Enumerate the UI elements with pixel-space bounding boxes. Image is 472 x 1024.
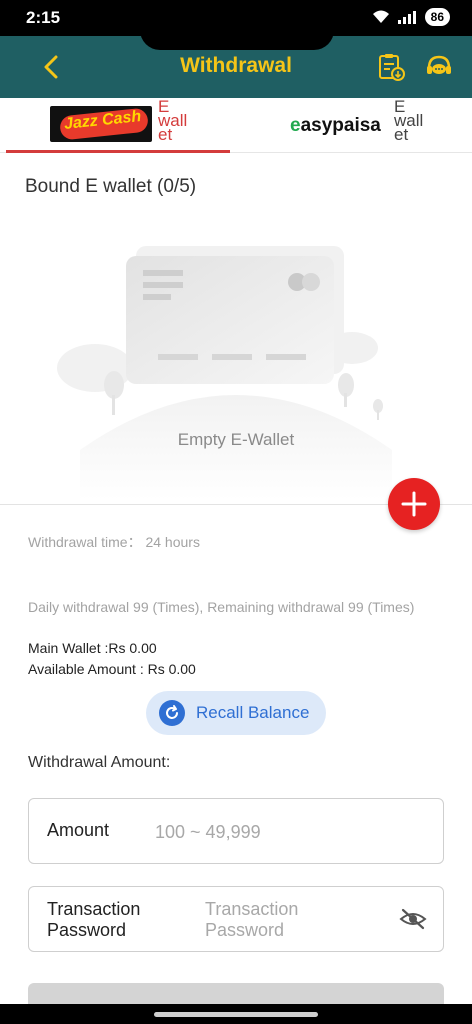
transaction-password-input[interactable]: Transaction Password: [205, 899, 355, 941]
amount-input[interactable]: [155, 819, 425, 845]
system-nav-bar: [0, 1004, 472, 1024]
main-wallet-balance: Main Wallet :Rs 0.00: [28, 640, 157, 656]
tab-easypaisa-label: E wall et: [394, 97, 424, 144]
withdrawal-record-button[interactable]: [376, 52, 406, 82]
available-amount: Available Amount : Rs 0.00: [28, 661, 196, 677]
customer-service-button[interactable]: [424, 52, 454, 82]
tab-easypaisa[interactable]: easypaisa E wall et: [236, 98, 472, 153]
camera-notch: [140, 30, 334, 50]
battery-indicator: 86: [424, 8, 450, 26]
bound-wallet-title: Bound E wallet (0/5): [25, 176, 197, 197]
daily-withdrawal-text: Daily withdrawal 99 (Times), Remaining w…: [28, 599, 415, 615]
plus-icon: [401, 491, 427, 517]
record-clipboard-icon: [379, 54, 405, 81]
amount-label: Amount: [47, 820, 110, 840]
transaction-password-label: Transaction Password: [47, 899, 141, 940]
withdrawal-time-text: Withdrawal time： 24 hours: [28, 534, 200, 550]
refresh-icon: [159, 700, 185, 726]
tab-jazzcash[interactable]: Jazz Cash E wall et: [0, 98, 236, 153]
empty-wallet-illustration: [57, 246, 392, 500]
customer-service-icon: [427, 55, 451, 74]
home-handle[interactable]: [154, 1012, 318, 1017]
amount-field: Amount: [28, 798, 444, 864]
password-field: Transaction Password Transaction Passwor…: [28, 886, 444, 952]
easypaisa-brand-rest: asypaisa: [300, 115, 381, 136]
status-icons: 86: [371, 8, 450, 26]
empty-wallet-text: Empty E-Wallet: [177, 430, 295, 449]
jazzcash-logo: Jazz Cash: [50, 106, 152, 142]
wallet-tabs: Jazz Cash E wall et easypaisa E wall et: [0, 98, 472, 153]
eye-off-icon[interactable]: [399, 907, 427, 931]
recall-balance-button[interactable]: Recall Balance: [146, 691, 326, 735]
easypaisa-logo: easypaisa: [290, 115, 381, 136]
tab-jazzcash-label: E wall et: [158, 97, 188, 144]
wifi-icon: [372, 10, 389, 23]
recall-balance-label: Recall Balance: [196, 703, 310, 722]
active-tab-indicator: [6, 150, 230, 153]
withdrawal-amount-label: Withdrawal Amount:: [28, 754, 171, 771]
status-time: 2:15: [26, 8, 61, 27]
signal-icon: [397, 11, 416, 24]
add-wallet-button[interactable]: [388, 478, 440, 530]
